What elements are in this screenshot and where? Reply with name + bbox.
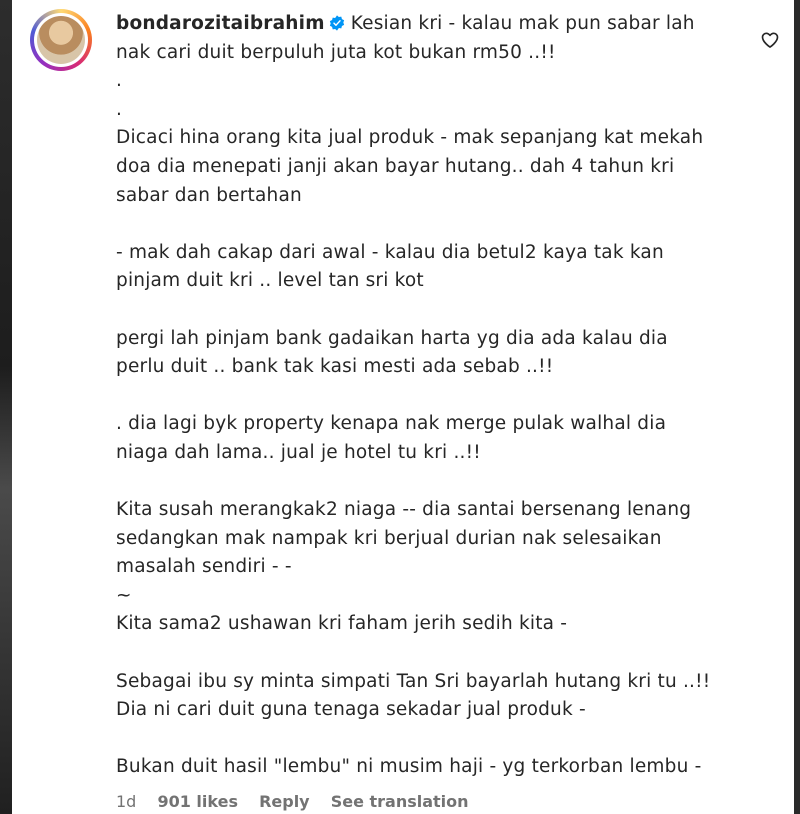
- comment-line: Bukan duit hasil "lembu" ni musim haji -…: [116, 756, 702, 778]
- background-edge-left: [0, 0, 12, 814]
- comment-line: [116, 725, 736, 754]
- avatar[interactable]: [34, 13, 88, 67]
- avatar-image: [37, 16, 85, 64]
- comment-line: Kita susah merangkak2 niaga -- dia santa…: [116, 499, 692, 521]
- comment-line: doa dia menepati janji akan bayar hutang…: [116, 155, 675, 177]
- verified-badge-icon: [329, 15, 344, 31]
- comment-line: .: [116, 98, 123, 120]
- reply-button[interactable]: Reply: [259, 792, 310, 811]
- comment-line: Kita sama2 ushawan kri faham jerih sedih…: [116, 613, 568, 635]
- comment-line: Dia ni cari duit guna tenaga sekadar jua…: [116, 699, 586, 721]
- username[interactable]: bondarozitaibrahim: [116, 13, 325, 34]
- comment-line: [116, 382, 736, 411]
- comment-line: . dia lagi byk property kenapa nak merge…: [116, 413, 667, 435]
- comment-line: [116, 296, 736, 325]
- comment-body: bondarozitaibrahim Kesian kri - kalau mak…: [116, 10, 736, 782]
- comment-line: pinjam duit kri .. level tan sri kot: [116, 270, 424, 292]
- like-count[interactable]: 901 likes: [157, 792, 238, 811]
- comment-line: - mak dah cakap dari awal - kalau dia be…: [116, 241, 664, 263]
- comment-line: ~: [116, 584, 132, 606]
- comment-meta: 1d 901 likes Reply See translation: [116, 792, 485, 811]
- see-translation-button[interactable]: See translation: [331, 792, 469, 811]
- comment-line: Dicaci hina orang kita jual produk - mak…: [116, 127, 704, 149]
- background-edge-right: [794, 0, 800, 814]
- comment-line: [116, 210, 736, 239]
- comment-lines: nak cari duit berpuluh juta kot bukan rm…: [116, 39, 736, 782]
- comment-time: 1d: [116, 792, 137, 811]
- comment-line: perlu duit .. bank tak kasi mesti ada se…: [116, 356, 554, 378]
- comment-card: bondarozitaibrahim Kesian kri - kalau mak…: [12, 0, 794, 814]
- comment-text-start: Kesian kri - kalau mak pun sabar lah: [350, 13, 695, 34]
- comment-line: [116, 468, 736, 497]
- comment-line: pergi lah pinjam bank gadaikan harta yg …: [116, 327, 668, 349]
- comment-line: masalah sendiri - -: [116, 556, 292, 578]
- comment-first-line: bondarozitaibrahim Kesian kri - kalau mak…: [116, 10, 736, 39]
- comment-line: niaga dah lama.. jual je hotel tu kri ..…: [116, 441, 481, 463]
- comment-line: sedangkan mak nampak kri berjual durian …: [116, 527, 662, 549]
- heart-outline-icon[interactable]: [760, 30, 780, 50]
- comment-line: [116, 639, 736, 668]
- comment-line: nak cari duit berpuluh juta kot bukan rm…: [116, 41, 556, 63]
- comment-line: sabar dan bertahan: [116, 184, 302, 206]
- avatar-story-ring[interactable]: [30, 9, 92, 71]
- comment-line: Sebagai ibu sy minta simpati Tan Sri bay…: [116, 670, 711, 692]
- comment-line: .: [116, 70, 123, 92]
